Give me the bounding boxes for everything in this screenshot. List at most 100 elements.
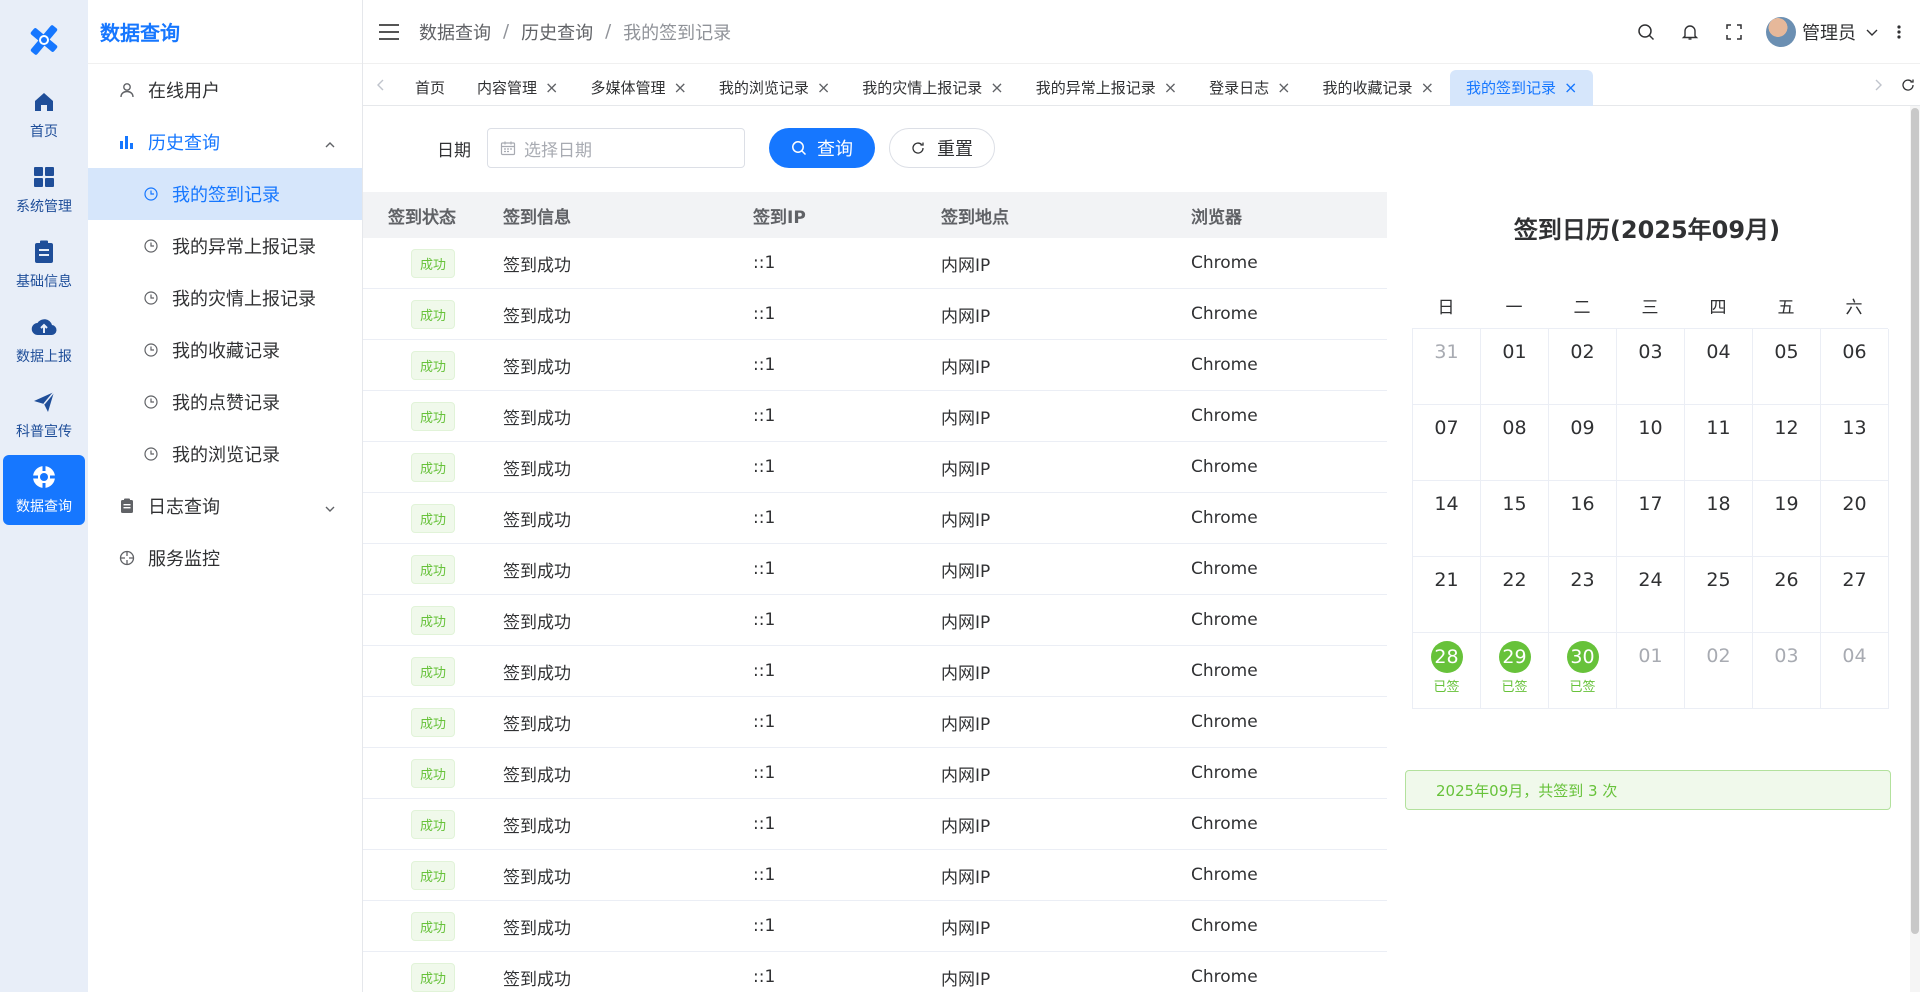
table-row[interactable]: 成功 签到成功::1 内网IP Chrome — [363, 238, 1387, 289]
calendar-day[interactable]: 01 — [1617, 633, 1685, 709]
tab[interactable]: 我的异常上报记录 × — [1020, 70, 1193, 106]
column-header[interactable]: 签到状态 — [363, 203, 503, 228]
username[interactable]: 管理员 — [1802, 19, 1856, 45]
calendar-day[interactable]: 11 — [1685, 405, 1753, 481]
calendar-day[interactable]: 07 — [1413, 405, 1481, 481]
rail-item[interactable]: 数据上报 — [3, 305, 85, 375]
date-picker-input[interactable]: 选择日期 — [487, 128, 745, 168]
calendar-day[interactable]: 28 已签 — [1413, 633, 1481, 709]
tab[interactable]: 登录日志 × — [1193, 70, 1306, 106]
calendar-day[interactable]: 27 — [1821, 557, 1889, 633]
sidebar-subitem[interactable]: 我的签到记录 — [88, 168, 362, 220]
rail-item[interactable]: 基础信息 — [3, 230, 85, 300]
sidebar-item-service-monitor[interactable]: 服务监控 — [88, 532, 362, 584]
close-icon[interactable]: × — [990, 78, 1003, 97]
table-row[interactable]: 成功 签到成功::1 内网IP Chrome — [363, 901, 1387, 952]
calendar-day[interactable]: 20 — [1821, 481, 1889, 557]
calendar-day[interactable]: 16 — [1549, 481, 1617, 557]
fullscreen-icon[interactable] — [1722, 20, 1746, 44]
tab[interactable]: 我的灾情上报记录 × — [846, 70, 1019, 106]
chevron-down-icon[interactable] — [1864, 20, 1880, 44]
close-icon[interactable]: × — [1564, 78, 1577, 97]
calendar-day[interactable]: 02 — [1685, 633, 1753, 709]
calendar-day[interactable]: 02 — [1549, 329, 1617, 405]
calendar-day[interactable]: 24 — [1617, 557, 1685, 633]
close-icon[interactable]: × — [673, 78, 686, 97]
table-row[interactable]: 成功 签到成功::1 内网IP Chrome — [363, 799, 1387, 850]
column-header[interactable]: 签到信息 — [503, 203, 753, 228]
rail-item[interactable]: 首页 — [3, 80, 85, 150]
calendar-day[interactable]: 04 — [1685, 329, 1753, 405]
close-icon[interactable]: × — [817, 78, 830, 97]
satellite-logo-icon[interactable] — [0, 0, 88, 80]
table-row[interactable]: 成功 签到成功::1 内网IP Chrome — [363, 850, 1387, 901]
close-icon[interactable]: × — [545, 78, 558, 97]
calendar-day[interactable]: 12 — [1753, 405, 1821, 481]
search-icon[interactable] — [1634, 20, 1658, 44]
more-vertical-icon[interactable] — [1894, 20, 1904, 44]
sidebar-subitem[interactable]: 我的浏览记录 — [88, 428, 362, 480]
reset-button[interactable]: 重置 — [889, 128, 995, 168]
table-row[interactable]: 成功 签到成功::1 内网IP Chrome — [363, 544, 1387, 595]
calendar-day[interactable]: 13 — [1821, 405, 1889, 481]
table-row[interactable]: 成功 签到成功::1 内网IP Chrome — [363, 493, 1387, 544]
page-scrollbar[interactable] — [1910, 106, 1920, 992]
table-row[interactable]: 成功 签到成功::1 内网IP Chrome — [363, 289, 1387, 340]
query-button[interactable]: 查询 — [769, 128, 875, 168]
calendar-day[interactable]: 10 — [1617, 405, 1685, 481]
calendar-day[interactable]: 15 — [1481, 481, 1549, 557]
rail-item[interactable]: 数据查询 — [3, 455, 85, 525]
sidebar-subitem[interactable]: 我的点赞记录 — [88, 376, 362, 428]
calendar-day[interactable]: 29 已签 — [1481, 633, 1549, 709]
tab[interactable]: 我的浏览记录 × — [703, 70, 846, 106]
tabs-scroll-right-icon[interactable] — [1860, 64, 1896, 106]
calendar-day[interactable]: 06 — [1821, 329, 1889, 405]
calendar-day[interactable]: 31 — [1413, 329, 1481, 405]
tab[interactable]: 内容管理 × — [461, 70, 574, 106]
bell-icon[interactable] — [1678, 20, 1702, 44]
tab[interactable]: 我的签到记录 × — [1449, 69, 1594, 106]
calendar-day[interactable]: 22 — [1481, 557, 1549, 633]
calendar-day[interactable]: 19 — [1753, 481, 1821, 557]
tab[interactable]: 我的收藏记录 × — [1307, 70, 1450, 106]
sidebar-group-log-query[interactable]: 日志查询 — [88, 480, 362, 532]
calendar-day[interactable]: 26 — [1753, 557, 1821, 633]
close-icon[interactable]: × — [1421, 78, 1434, 97]
sidebar-item-online-users[interactable]: 在线用户 — [88, 64, 362, 116]
calendar-day[interactable]: 18 — [1685, 481, 1753, 557]
column-header[interactable]: 浏览器 — [1191, 203, 1387, 228]
close-icon[interactable]: × — [1277, 78, 1290, 97]
calendar-day[interactable]: 01 — [1481, 329, 1549, 405]
table-row[interactable]: 成功 签到成功::1 内网IP Chrome — [363, 952, 1387, 992]
calendar-day[interactable]: 03 — [1753, 633, 1821, 709]
table-row[interactable]: 成功 签到成功::1 内网IP Chrome — [363, 748, 1387, 799]
calendar-day[interactable]: 09 — [1549, 405, 1617, 481]
rail-item[interactable]: 系统管理 — [3, 155, 85, 225]
calendar-day[interactable]: 04 — [1821, 633, 1889, 709]
column-header[interactable]: 签到地点 — [941, 203, 1191, 228]
menu-toggle-icon[interactable] — [379, 23, 399, 40]
calendar-day[interactable]: 08 — [1481, 405, 1549, 481]
close-icon[interactable]: × — [1164, 78, 1177, 97]
breadcrumb-item[interactable]: 历史查询 — [521, 19, 593, 45]
table-row[interactable]: 成功 签到成功::1 内网IP Chrome — [363, 595, 1387, 646]
column-header[interactable]: 签到IP — [753, 203, 941, 228]
avatar[interactable] — [1766, 17, 1796, 47]
calendar-day[interactable]: 03 — [1617, 329, 1685, 405]
table-row[interactable]: 成功 签到成功::1 内网IP Chrome — [363, 646, 1387, 697]
tabs-scroll-left-icon[interactable] — [363, 64, 399, 106]
table-row[interactable]: 成功 签到成功::1 内网IP Chrome — [363, 697, 1387, 748]
sidebar-subitem[interactable]: 我的收藏记录 — [88, 324, 362, 376]
scrollbar-thumb[interactable] — [1911, 108, 1919, 934]
refresh-icon[interactable] — [1896, 64, 1920, 106]
sidebar-subitem[interactable]: 我的灾情上报记录 — [88, 272, 362, 324]
breadcrumb-item[interactable]: 数据查询 — [419, 19, 491, 45]
sidebar-group-history[interactable]: 历史查询 — [88, 116, 362, 168]
rail-item[interactable]: 科普宣传 — [3, 380, 85, 450]
tab[interactable]: 首页 — [399, 70, 461, 106]
table-row[interactable]: 成功 签到成功::1 内网IP Chrome — [363, 391, 1387, 442]
calendar-day[interactable]: 05 — [1753, 329, 1821, 405]
table-row[interactable]: 成功 签到成功::1 内网IP Chrome — [363, 442, 1387, 493]
calendar-day[interactable]: 25 — [1685, 557, 1753, 633]
calendar-day[interactable]: 30 已签 — [1549, 633, 1617, 709]
